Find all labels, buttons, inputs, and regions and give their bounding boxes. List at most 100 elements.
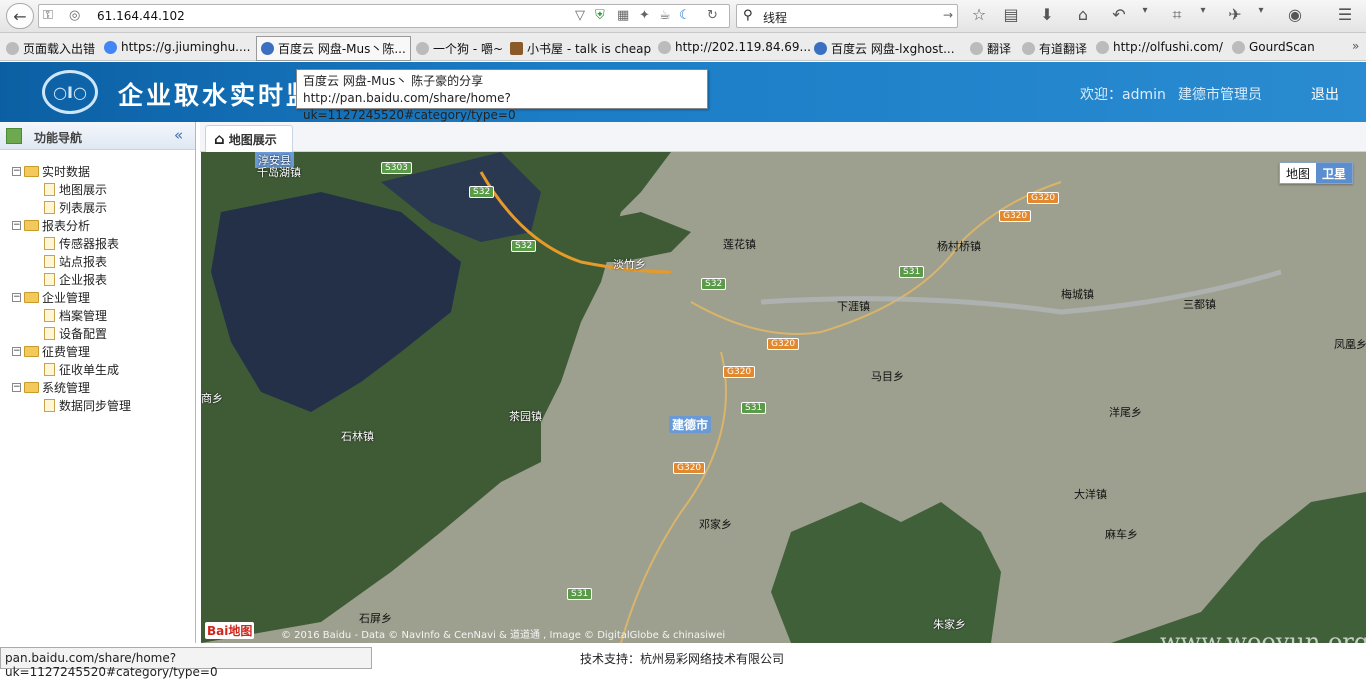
tooltip-url: http://pan.baidu.com/share/home?uk=11272… xyxy=(303,91,516,122)
ext-icon[interactable]: ✦ xyxy=(639,8,650,23)
bookmark[interactable]: https://g.jiuminghu.... xyxy=(104,40,250,54)
dropdown-icon[interactable]: ▾ xyxy=(1192,5,1214,16)
tree-item-company-report[interactable]: 企业报表 xyxy=(44,270,107,288)
browser-toolbar: ← ⚿ ◎ 61.164.44.102 ▽ ⛨ ▦ ✦ ☕ ☾ ↻ ⚲ 线程 →… xyxy=(0,0,1366,33)
globe-icon: ◎ xyxy=(69,8,81,23)
watermark: www.wooyun.org xyxy=(1160,628,1366,656)
road-label: S32 xyxy=(701,278,727,290)
download-icon[interactable]: ⬇ xyxy=(1036,5,1058,24)
place-label: 朱家乡 xyxy=(933,618,966,631)
tab-map-display[interactable]: ⌂ 地图展示 xyxy=(205,125,293,152)
place-label: 莲花镇 xyxy=(723,238,756,251)
bookmark[interactable]: 小书屋 - talk is cheap xyxy=(510,40,651,57)
tree-item-data-sync[interactable]: 数据同步管理 xyxy=(44,396,131,414)
baidu-cloud-icon xyxy=(814,42,827,55)
map-type-satellite-button[interactable]: 卫星 xyxy=(1316,163,1353,183)
bookmark[interactable]: 页面载入出错 xyxy=(6,40,95,57)
page-icon xyxy=(6,42,19,55)
welcome-text: 欢迎：admin xyxy=(1080,87,1166,103)
google-icon xyxy=(104,40,117,54)
place-label: 石屏乡 xyxy=(359,612,392,625)
dropdown-icon[interactable]: ▽ xyxy=(575,8,585,23)
tree-group-fees[interactable]: − 征费管理 xyxy=(12,342,90,360)
globe-menu-icon[interactable]: ◉ xyxy=(1284,5,1306,24)
document-icon xyxy=(44,182,55,196)
bookmark[interactable]: 一个狗 - 嚼~ xyxy=(416,40,503,57)
collapse-toggle-icon[interactable]: − xyxy=(12,292,21,302)
crop-icon[interactable]: ⌗ xyxy=(1166,5,1188,25)
reading-list-icon[interactable]: ▤ xyxy=(1000,5,1022,24)
baidu-map-logo[interactable]: Bai地图 xyxy=(205,622,255,639)
search-bar[interactable]: ⚲ 线程 → xyxy=(736,4,958,28)
bookmark-active[interactable]: 百度云 网盘-Mus丶陈... xyxy=(256,36,411,61)
undo-icon[interactable]: ↶ xyxy=(1108,5,1130,24)
hamburger-menu-icon[interactable]: ☰ xyxy=(1334,5,1356,24)
overflow-chevron-icon[interactable]: » xyxy=(1352,39,1359,53)
road-label: S32 xyxy=(511,240,537,252)
tree-group-company[interactable]: − 企业管理 xyxy=(12,288,90,306)
road-label: G320 xyxy=(999,210,1032,222)
tree-item-archive[interactable]: 档案管理 xyxy=(44,306,107,324)
place-label: 凤凰乡 xyxy=(1334,338,1366,351)
tree-item-list[interactable]: 列表展示 xyxy=(44,198,107,216)
tree-item-map[interactable]: 地图展示 xyxy=(44,180,107,198)
tree-group-system[interactable]: − 系统管理 xyxy=(12,378,90,396)
dropdown-icon[interactable]: ▾ xyxy=(1134,5,1156,16)
tree-group-reports[interactable]: − 报表分析 xyxy=(12,216,90,234)
map-type-switch: 地图 卫星 xyxy=(1279,162,1354,184)
document-icon xyxy=(44,398,55,412)
star-icon[interactable]: ☆ xyxy=(968,5,990,24)
baidu-cloud-icon xyxy=(261,42,274,55)
qr-code-icon[interactable]: ▦ xyxy=(617,8,629,23)
folder-open-icon xyxy=(24,219,39,231)
user-role: 建德市管理员 xyxy=(1178,87,1262,103)
dropdown-icon[interactable]: ▾ xyxy=(1250,5,1272,16)
sidebar-title: 功能导航 xyxy=(34,131,83,145)
search-go-icon[interactable]: → xyxy=(943,8,953,22)
tree-item-bill-generate[interactable]: 征收单生成 xyxy=(44,360,119,378)
moon-icon[interactable]: ☾ xyxy=(679,8,691,23)
page-icon xyxy=(1022,42,1035,55)
url-bar[interactable]: ⚿ ◎ 61.164.44.102 ▽ ⛨ ▦ ✦ ☕ ☾ ↻ xyxy=(38,4,730,28)
browser-status-bar: pan.baidu.com/share/home?uk=1127245520#c… xyxy=(0,647,372,679)
double-chevron-left-icon[interactable]: « xyxy=(174,126,183,144)
page-icon xyxy=(1096,40,1109,54)
back-button[interactable]: ← xyxy=(6,3,34,29)
tree-item-sensor-report[interactable]: 传感器报表 xyxy=(44,234,119,252)
reload-icon[interactable]: ↻ xyxy=(707,8,718,23)
book-icon xyxy=(510,42,523,55)
city-label: 建德市 xyxy=(669,416,712,433)
bookmark[interactable]: 有道翻译 xyxy=(1022,40,1087,57)
document-icon xyxy=(44,200,55,214)
bookmark[interactable]: http://202.119.84.69... xyxy=(658,40,811,54)
road-label: S32 xyxy=(469,186,495,198)
tree-group-realtime[interactable]: − 实时数据 xyxy=(12,162,90,180)
collapse-toggle-icon[interactable]: − xyxy=(12,382,21,392)
map-type-map-button[interactable]: 地图 xyxy=(1280,163,1317,183)
url-text: 61.164.44.102 xyxy=(97,9,185,23)
shield-icon[interactable]: ⛨ xyxy=(595,8,605,23)
collapse-toggle-icon[interactable]: − xyxy=(12,346,21,356)
road-label: S31 xyxy=(741,402,767,414)
collapse-toggle-icon[interactable]: − xyxy=(12,166,21,176)
place-label: 邓家乡 xyxy=(699,518,732,531)
road-label: G320 xyxy=(1027,192,1060,204)
map-view[interactable]: 淳安县 千岛湖镇 淡竹乡 莲花镇 杨村桥镇 梅城镇 三都镇 下涯镇 凤凰乡 马目… xyxy=(201,152,1366,643)
bookmark[interactable]: http://olfushi.com/ xyxy=(1096,40,1223,54)
home-icon[interactable]: ⌂ xyxy=(1072,5,1094,24)
app-title: 企业取水实时监 xyxy=(118,81,315,110)
tooltip-title: 百度云 网盘-Mus丶 陈子豪的分享 xyxy=(303,74,484,88)
place-label: 杨村桥镇 xyxy=(937,240,981,253)
road-label: S303 xyxy=(381,162,412,174)
logout-button[interactable]: 退出 xyxy=(1311,84,1339,104)
document-icon xyxy=(44,254,55,268)
bird-icon[interactable]: ✈ xyxy=(1224,5,1246,24)
collapse-toggle-icon[interactable]: − xyxy=(12,220,21,230)
tree-item-station-report[interactable]: 站点报表 xyxy=(44,252,107,270)
back-arrow-icon: ← xyxy=(13,6,27,26)
java-icon[interactable]: ☕ xyxy=(659,8,671,23)
bookmark[interactable]: 翻译 xyxy=(970,40,1011,57)
bookmark[interactable]: GourdScan xyxy=(1232,40,1315,54)
bookmark[interactable]: 百度云 网盘-lxghost... xyxy=(814,40,955,57)
tree-item-device-config[interactable]: 设备配置 xyxy=(44,324,107,342)
